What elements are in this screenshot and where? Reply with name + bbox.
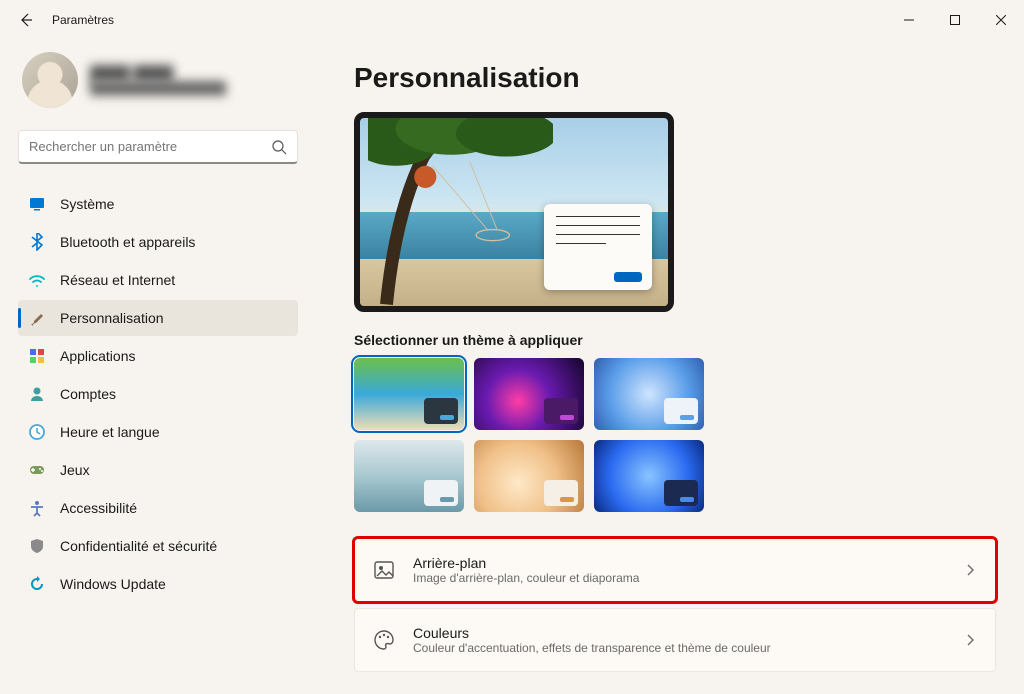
nav-item-access[interactable]: Accessibilité bbox=[18, 490, 298, 526]
nav-label: Jeux bbox=[60, 462, 90, 478]
shield-icon bbox=[28, 537, 46, 555]
nav-item-apps[interactable]: Applications bbox=[18, 338, 298, 374]
update-icon bbox=[28, 575, 46, 593]
apps-icon bbox=[28, 347, 46, 365]
titlebar: Paramètres bbox=[0, 0, 1024, 40]
game-icon bbox=[28, 461, 46, 479]
nav-label: Applications bbox=[60, 348, 136, 364]
window-title: Paramètres bbox=[52, 13, 114, 27]
nav-label: Confidentialité et sécurité bbox=[60, 538, 217, 554]
desktop-preview bbox=[354, 112, 674, 312]
clock-icon bbox=[28, 423, 46, 441]
nav-label: Heure et langue bbox=[60, 424, 160, 440]
nav-item-update[interactable]: Windows Update bbox=[18, 566, 298, 602]
profile[interactable]: ████ ████ ████████████████ bbox=[18, 52, 298, 108]
minimize-button[interactable] bbox=[886, 0, 932, 40]
preview-window-mock bbox=[544, 204, 652, 290]
search-icon bbox=[271, 139, 287, 155]
sidebar: ████ ████ ████████████████ Système Blueto… bbox=[0, 40, 310, 694]
setting-desc: Image d'arrière-plan, couleur et diapora… bbox=[413, 571, 945, 585]
setting-palette[interactable]: CouleursCouleur d'accentuation, effets d… bbox=[354, 608, 996, 672]
arrow-left-icon bbox=[18, 12, 34, 28]
theme-mini-window bbox=[424, 480, 458, 506]
close-button[interactable] bbox=[978, 0, 1024, 40]
setting-title: Couleurs bbox=[413, 625, 945, 641]
nav-item-person[interactable]: Comptes bbox=[18, 376, 298, 412]
search-box[interactable] bbox=[18, 130, 298, 164]
theme-grid bbox=[354, 358, 996, 512]
minimize-icon bbox=[904, 15, 914, 25]
maximize-button[interactable] bbox=[932, 0, 978, 40]
nav-item-system[interactable]: Système bbox=[18, 186, 298, 222]
nav-label: Bluetooth et appareils bbox=[60, 234, 195, 250]
theme-mini-window bbox=[544, 398, 578, 424]
nav-item-clock[interactable]: Heure et langue bbox=[18, 414, 298, 450]
search-input[interactable] bbox=[29, 139, 271, 154]
page-title: Personnalisation bbox=[354, 62, 996, 94]
close-icon bbox=[996, 15, 1006, 25]
back-button[interactable] bbox=[8, 2, 44, 38]
theme-option-3[interactable] bbox=[354, 440, 464, 512]
person-icon bbox=[28, 385, 46, 403]
nav-item-bluetooth[interactable]: Bluetooth et appareils bbox=[18, 224, 298, 260]
nav-label: Réseau et Internet bbox=[60, 272, 175, 288]
brush-icon bbox=[28, 309, 46, 327]
theme-option-4[interactable] bbox=[474, 440, 584, 512]
chevron-right-icon bbox=[963, 633, 977, 647]
nav-list: Système Bluetooth et appareils Réseau et I… bbox=[18, 186, 298, 602]
setting-title: Arrière-plan bbox=[413, 555, 945, 571]
nav-item-wifi[interactable]: Réseau et Internet bbox=[18, 262, 298, 298]
theme-mini-window bbox=[664, 398, 698, 424]
window-controls bbox=[886, 0, 1024, 40]
theme-option-0[interactable] bbox=[354, 358, 464, 430]
settings-list: Arrière-planImage d'arrière-plan, couleu… bbox=[354, 538, 996, 672]
nav-item-brush[interactable]: Personnalisation bbox=[18, 300, 298, 336]
maximize-icon bbox=[950, 15, 960, 25]
theme-option-1[interactable] bbox=[474, 358, 584, 430]
bluetooth-icon bbox=[28, 233, 46, 251]
avatar bbox=[22, 52, 78, 108]
theme-mini-window bbox=[544, 480, 578, 506]
tree-illustration bbox=[368, 118, 553, 306]
setting-picture[interactable]: Arrière-planImage d'arrière-plan, couleu… bbox=[354, 538, 996, 602]
nav-item-shield[interactable]: Confidentialité et sécurité bbox=[18, 528, 298, 564]
theme-mini-window bbox=[424, 398, 458, 424]
palette-icon bbox=[373, 629, 395, 651]
access-icon bbox=[28, 499, 46, 517]
nav-item-game[interactable]: Jeux bbox=[18, 452, 298, 488]
profile-name: ████ ████ bbox=[90, 65, 226, 81]
theme-section-label: Sélectionner un thème à appliquer bbox=[354, 332, 996, 348]
chevron-right-icon bbox=[963, 563, 977, 577]
nav-label: Personnalisation bbox=[60, 310, 164, 326]
nav-label: Comptes bbox=[60, 386, 116, 402]
theme-option-2[interactable] bbox=[594, 358, 704, 430]
theme-option-5[interactable] bbox=[594, 440, 704, 512]
main-content: Personnalisation Sélectionner un thème à… bbox=[310, 40, 1024, 694]
profile-email: ████████████████ bbox=[90, 81, 226, 95]
nav-label: Système bbox=[60, 196, 114, 212]
setting-desc: Couleur d'accentuation, effets de transp… bbox=[413, 641, 945, 655]
nav-label: Windows Update bbox=[60, 576, 166, 592]
picture-icon bbox=[373, 559, 395, 581]
theme-mini-window bbox=[664, 480, 698, 506]
wifi-icon bbox=[28, 271, 46, 289]
nav-label: Accessibilité bbox=[60, 500, 137, 516]
system-icon bbox=[28, 195, 46, 213]
